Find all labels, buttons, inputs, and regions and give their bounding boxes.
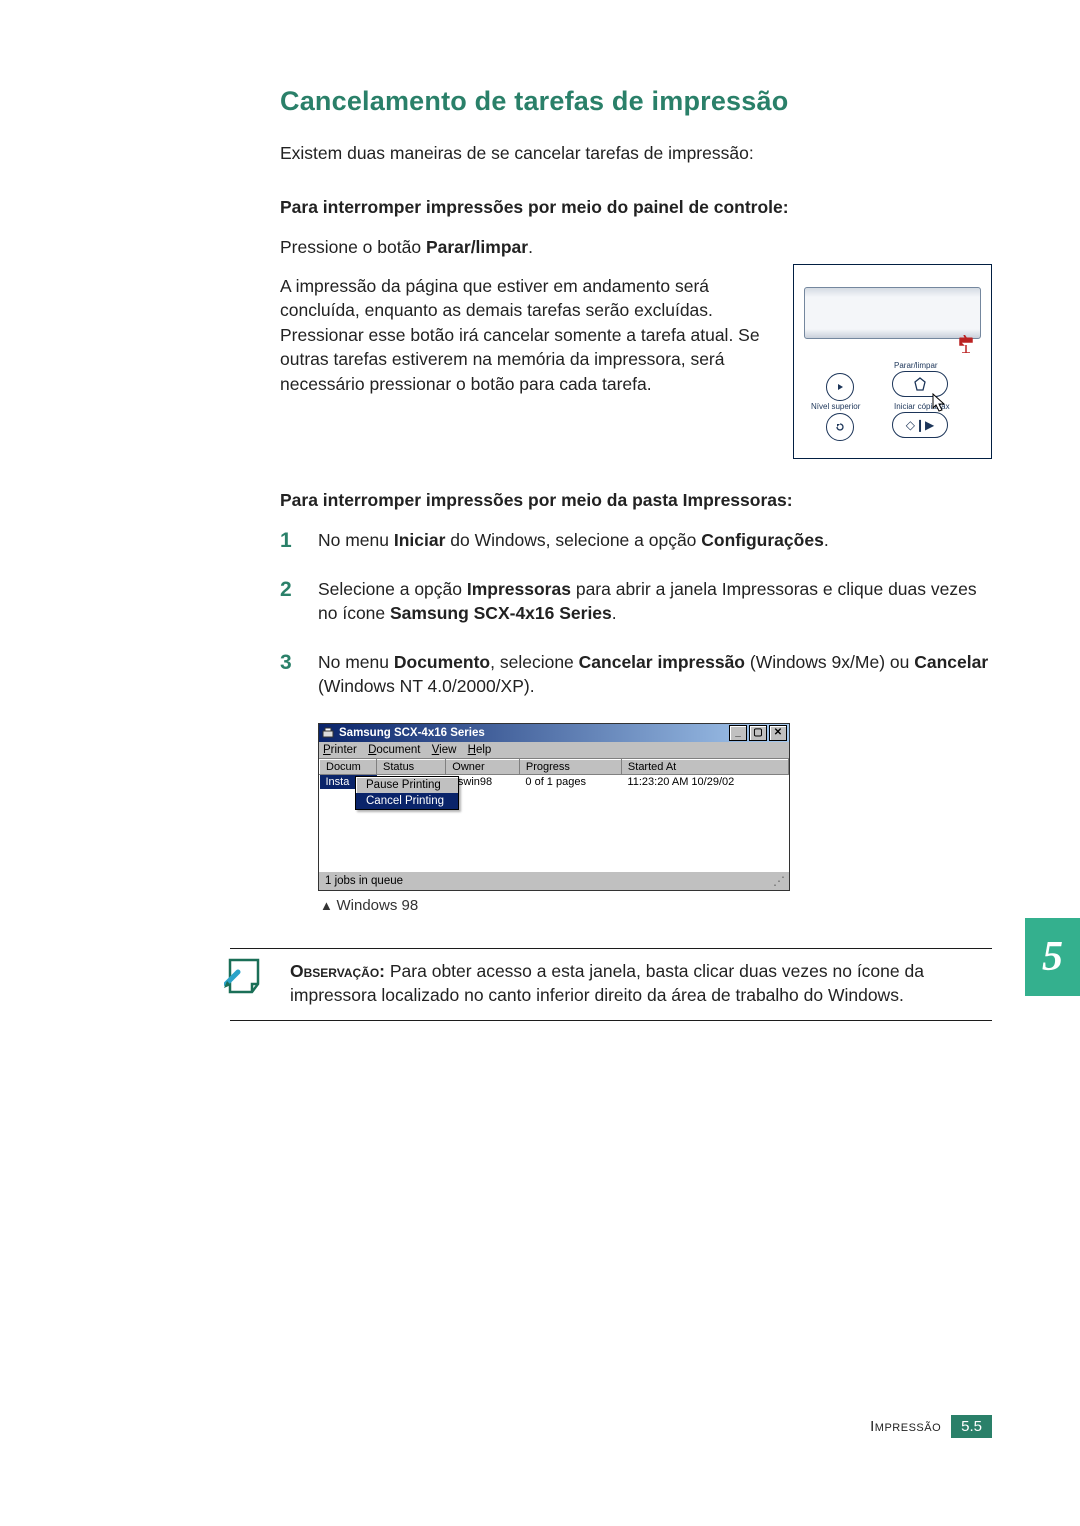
menu-document[interactable]: Document — [368, 744, 420, 756]
subheading-control-panel: Para interromper impressões por meio do … — [280, 196, 992, 220]
window-title: Samsung SCX-4x16 Series — [339, 727, 727, 739]
status-text: 1 jobs in queue — [325, 875, 403, 887]
status-bar: 1 jobs in queue ⋰ — [319, 871, 789, 890]
return-button — [826, 413, 854, 441]
text: . — [528, 237, 533, 257]
iniciar-button: ◇❙▶ — [892, 412, 948, 438]
button-name: Parar/limpar — [426, 237, 528, 257]
menu-bar: Printer Document View Help — [319, 742, 789, 759]
nivel-label: Nível superior — [811, 402, 860, 411]
step-2: 2 Selecione a opção Impressoras para abr… — [280, 577, 992, 626]
step-3: 3 No menu Documento, selecione Cancelar … — [280, 650, 992, 699]
footer-page-number: 5.5 — [951, 1415, 992, 1438]
maximize-button[interactable]: ▢ — [749, 725, 767, 741]
cell-started: 11:23:20 AM 10/29/02 — [621, 774, 788, 789]
menu-pause-printing[interactable]: Pause Printing — [356, 777, 458, 793]
col-progress[interactable]: Progress — [519, 759, 621, 774]
cell-progress: 0 of 1 pages — [519, 774, 621, 789]
note-icon — [224, 954, 270, 1000]
close-button[interactable]: ✕ — [769, 725, 787, 741]
cursor-icon — [932, 393, 948, 415]
page-title: Cancelamento de tarefas de impressão — [280, 86, 992, 117]
menu-cancel-printing[interactable]: Cancel Printing — [356, 793, 458, 809]
menu-view[interactable]: View — [432, 744, 457, 756]
col-started[interactable]: Started At — [621, 759, 788, 774]
text: Pressione o botão — [280, 237, 426, 257]
resize-grip-icon: ⋰ — [773, 874, 783, 888]
steps-list: 1 No menu Iniciar do Windows, selecione … — [280, 528, 992, 699]
note-block: Observação: Para obter acesso a esta jan… — [230, 948, 992, 1021]
caption: Windows 98 — [320, 897, 992, 914]
press-instruction: Pressione o botão Parar/limpar. — [280, 237, 992, 258]
footer-category: Impressão — [870, 1418, 941, 1435]
play-button — [826, 373, 854, 401]
note-text: Para obter acesso a esta janela, basta c… — [290, 961, 924, 1006]
intro-text: Existem duas maneiras de se cancelar tar… — [280, 141, 992, 166]
printer-icon — [321, 726, 335, 740]
step-number: 1 — [280, 526, 292, 555]
chapter-tab: 5 — [1025, 918, 1080, 996]
control-panel-diagram: Parar/limpar Nível superior Iniciar cópi… — [793, 264, 992, 459]
page-footer: Impressão 5.5 — [280, 1415, 992, 1438]
minimize-button[interactable]: _ — [729, 725, 747, 741]
table-header-row: Docum Status Owner Progress Started At — [320, 759, 789, 774]
queue-table: Docum Status Owner Progress Started At I… — [319, 759, 789, 871]
window-titlebar: Samsung SCX-4x16 Series _ ▢ ✕ — [319, 724, 789, 742]
parar-label: Parar/limpar — [894, 361, 938, 370]
lcd-screen — [804, 287, 981, 339]
note-label: Observação: — [290, 961, 385, 981]
instruction-row: A impressão da página que estiver em and… — [280, 274, 992, 459]
step-1: 1 No menu Iniciar do Windows, selecione … — [280, 528, 992, 553]
step-number: 2 — [280, 575, 292, 604]
subheading-printers-folder: Para interromper impressões por meio da … — [280, 489, 992, 513]
step-number: 3 — [280, 648, 292, 677]
menu-printer[interactable]: Printer — [323, 744, 357, 756]
document-dropdown: Pause Printing Cancel Printing — [355, 776, 459, 810]
toner-icon — [958, 335, 974, 356]
windows-printer-queue: Samsung SCX-4x16 Series _ ▢ ✕ Printer Do… — [318, 723, 790, 891]
col-status[interactable]: Status — [377, 759, 446, 774]
menu-help[interactable]: Help — [468, 744, 492, 756]
instruction-text: A impressão da página que estiver em and… — [280, 274, 767, 397]
document-page: Cancelamento de tarefas de impressão Exi… — [0, 0, 1080, 1526]
col-document[interactable]: Docum — [320, 759, 377, 774]
col-owner[interactable]: Owner — [446, 759, 520, 774]
